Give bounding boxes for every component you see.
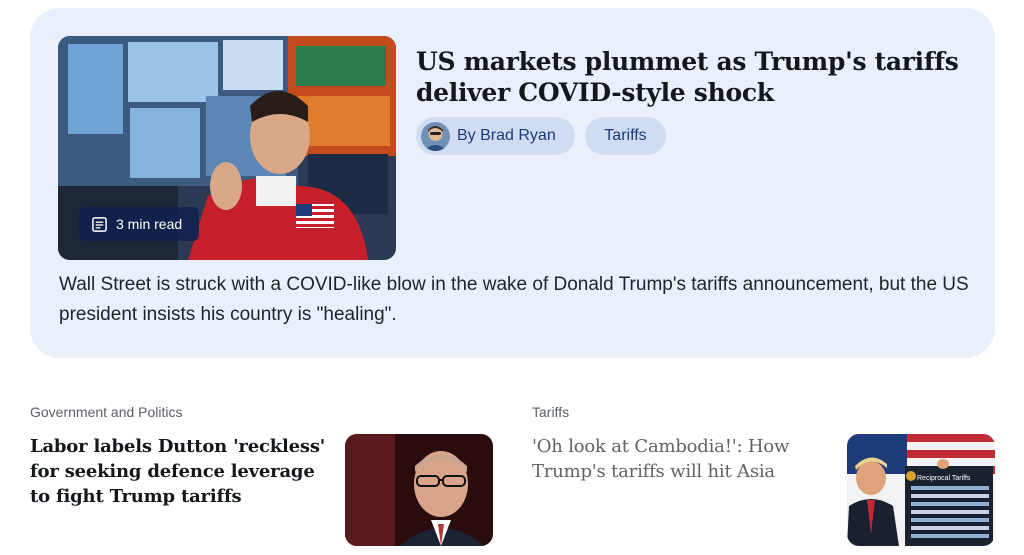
story-category[interactable]: Government and Politics: [30, 404, 330, 424]
author-avatar: [421, 121, 450, 151]
topic-label: Tariffs: [604, 127, 647, 144]
read-time-badge: 3 min read: [79, 207, 199, 241]
read-time-label: 3 min read: [116, 216, 183, 232]
hero-headline-link[interactable]: US markets plummet as Trump's tariffs de…: [416, 46, 976, 108]
author-label: By Brad Ryan: [457, 127, 556, 144]
topic-chip-tariffs[interactable]: Tariffs: [585, 117, 666, 155]
story-headline-link[interactable]: 'Oh look at Cambodia!': How Trump's tari…: [532, 434, 802, 484]
article-icon: [92, 216, 107, 232]
hero-summary: Wall Street is struck with a COVID-like …: [59, 274, 969, 325]
story-card[interactable]: Government and Politics Labor labels Dut…: [30, 404, 330, 509]
svg-text:Reciprocal Tariffs: Reciprocal Tariffs: [917, 475, 971, 482]
story-thumbnail[interactable]: Reciprocal Tariffs: [847, 434, 995, 546]
author-chip[interactable]: By Brad Ryan: [416, 117, 575, 155]
story-headline-link[interactable]: Labor labels Dutton 'reckless' for seeki…: [30, 434, 330, 509]
story-thumbnail[interactable]: [345, 434, 493, 546]
story-category[interactable]: Tariffs: [532, 404, 802, 424]
story-card[interactable]: Tariffs 'Oh look at Cambodia!': How Trum…: [532, 404, 802, 484]
